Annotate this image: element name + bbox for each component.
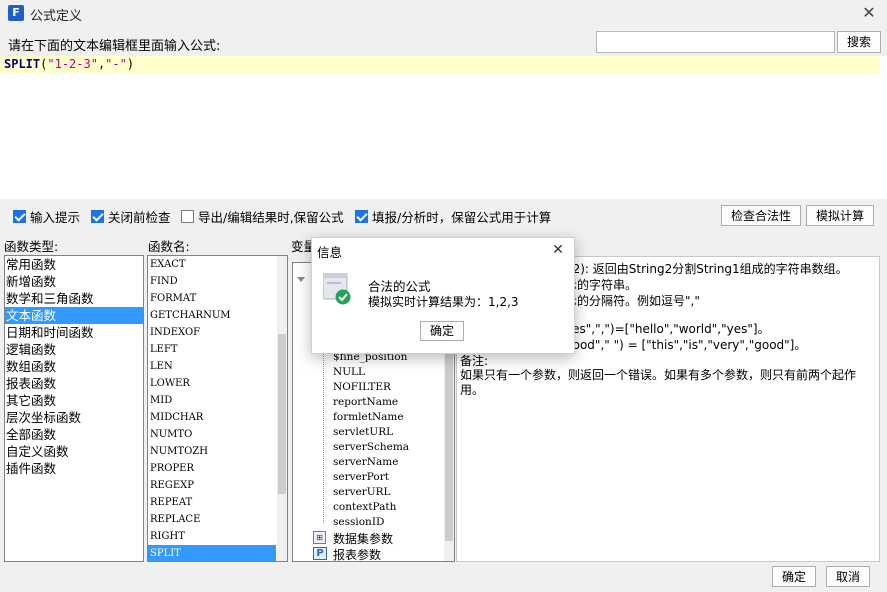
dialog-ok-button[interactable]: 确定 [420,321,464,341]
option-input-hint[interactable]: 输入提示 [13,208,81,225]
category-item-selected[interactable]: 文本函数 [5,307,143,324]
function-item[interactable]: FIND [148,273,276,290]
description-note: 用。 [460,383,485,397]
function-item[interactable]: REPEAT [148,494,276,511]
category-item[interactable]: 插件函数 [5,460,143,477]
title-bar: F 公式定义 ✕ [0,0,887,26]
search-button[interactable]: 搜索 [837,31,881,53]
option-keep-formula-fill[interactable]: 填报/分析时，保留公式用于计算 [355,208,552,225]
category-item[interactable]: 自定义函数 [5,443,143,460]
dataset-param-icon: ⊞ [313,531,326,544]
formula-text: SPLIT("1-2-3","-") [4,57,134,71]
function-item[interactable]: INDEXOF [148,324,276,341]
function-item[interactable]: EXACT [148,256,276,273]
function-scrollbar-thumb[interactable] [278,334,286,494]
description-line: good"," ") = ["this","is","very","good"]… [565,338,807,352]
option-keep-formula-export-label: 导出/编辑结果时,保留公式 [198,209,344,225]
category-item[interactable]: 全部函数 [5,426,143,443]
simulate-button[interactable]: 模拟计算 [806,205,874,226]
function-item[interactable]: MIDCHAR [148,409,276,426]
category-item[interactable]: 层次坐标函数 [5,409,143,426]
ok-button[interactable]: 确定 [772,566,816,587]
function-item[interactable]: MID [148,392,276,409]
description-line: g2): 返回由String2分割String1组成的字符串数组。 [565,262,848,276]
description-line: 示的分隔符。例如逗号"," [565,294,700,308]
variable-item[interactable]: serverName [333,456,398,468]
formula-close-paren: ) [126,57,135,71]
checkbox-keep-formula-export[interactable] [181,209,194,223]
function-item[interactable]: PROPER [148,460,276,477]
checkbox-input-hint[interactable] [13,209,26,223]
editor-prompt: 请在下面的文本编辑框里面输入公式: [8,39,221,54]
formula-editor[interactable]: SPLIT("1-2-3","-") [0,56,887,199]
function-item[interactable]: REGEXP [148,477,276,494]
function-item[interactable]: RIGHT [148,528,276,545]
report-param-icon: P [313,547,327,560]
variable-item[interactable]: serverPort [333,471,389,483]
cancel-button[interactable]: 取消 [826,566,870,587]
function-item[interactable]: NUMTO [148,426,276,443]
function-items: EXACT FIND FORMAT GETCHARNUM INDEXOF LEF… [148,256,276,561]
category-item[interactable]: 报表函数 [5,375,143,392]
check-validity-button[interactable]: 检查合法性 [721,205,801,226]
formula-function: SPLIT [4,57,41,71]
option-check-before-close[interactable]: 关闭前检查 [91,208,171,225]
option-keep-formula-fill-label: 填报/分析时，保留公式用于计算 [372,209,552,225]
formula-arg-2: "-" [105,57,127,71]
category-item[interactable]: 其它函数 [5,392,143,409]
variable-item[interactable]: sessionID [333,516,384,528]
description-note: 如果只有一个参数，则返回一个错误。如果有多个参数，则只有前两个起作 [460,368,857,382]
variable-item[interactable]: serverSchema [333,441,409,453]
checkbox-keep-formula-fill[interactable] [355,209,368,223]
variable-item[interactable]: NULL [333,366,365,378]
function-item[interactable]: NUMTOZH [148,443,276,460]
function-item-selected[interactable]: SPLIT [148,545,276,561]
option-keep-formula-export[interactable]: 导出/编辑结果时,保留公式 [181,208,344,225]
category-list[interactable]: 常用函数 新增函数 数学和三角函数 文本函数 日期和时间函数 逻辑函数 数组函数… [4,255,144,562]
function-item[interactable]: FORMAT [148,290,276,307]
function-item[interactable]: LEN [148,358,276,375]
category-item[interactable]: 新增函数 [5,273,143,290]
variable-item[interactable]: serverURL [333,486,391,498]
window-close-button[interactable]: ✕ [858,2,880,24]
function-item[interactable]: REPLACE [148,511,276,528]
dialog-title: 信息 [317,245,343,260]
app-logo-icon: F [8,5,24,21]
report-params-group[interactable]: 报表参数 [333,546,381,561]
description-line: 示的字符串。 [565,278,638,292]
checkbox-check-before-close[interactable] [91,209,104,223]
formula-arg-1: "1-2-3" [47,57,98,71]
variable-item[interactable]: servletURL [333,426,393,438]
category-item[interactable]: 常用函数 [5,256,143,273]
function-list[interactable]: EXACT FIND FORMAT GETCHARNUM INDEXOF LEF… [147,255,288,562]
option-check-before-close-label: 关闭前检查 [108,209,171,225]
option-input-hint-label: 输入提示 [30,209,81,225]
variable-item[interactable]: NOFILTER [333,381,391,393]
function-item[interactable]: LEFT [148,341,276,358]
dataset-params-group[interactable]: 数据集参数 [333,530,393,547]
info-dialog: 信息 ✕ 合法的公式 模拟实时计算结果为：1,2,3 确定 [311,237,575,354]
dialog-close-button[interactable]: ✕ [548,240,568,260]
category-item[interactable]: 数组函数 [5,358,143,375]
variable-item[interactable]: formletName [333,411,404,423]
tree-expand-icon[interactable] [297,277,305,282]
dialog-message: 模拟实时计算结果为：1,2,3 [368,295,519,309]
search-input[interactable] [596,31,835,53]
success-check-icon [322,272,351,305]
category-item[interactable]: 逻辑函数 [5,341,143,358]
description-line: yes",",")=["hello","world","yes"]。 [565,322,770,336]
variable-item[interactable]: contextPath [333,501,396,513]
function-label: 函数名: [148,239,190,254]
function-item[interactable]: GETCHARNUM [148,307,276,324]
function-item[interactable]: LOWER [148,375,276,392]
window-title: 公式定义 [30,9,83,24]
tree-connector [323,343,324,523]
variable-item[interactable]: reportName [333,396,398,408]
category-item[interactable]: 日期和时间函数 [5,324,143,341]
category-label: 函数类型: [4,239,59,254]
category-item[interactable]: 数学和三角函数 [5,290,143,307]
function-scrollbar[interactable] [277,256,287,561]
